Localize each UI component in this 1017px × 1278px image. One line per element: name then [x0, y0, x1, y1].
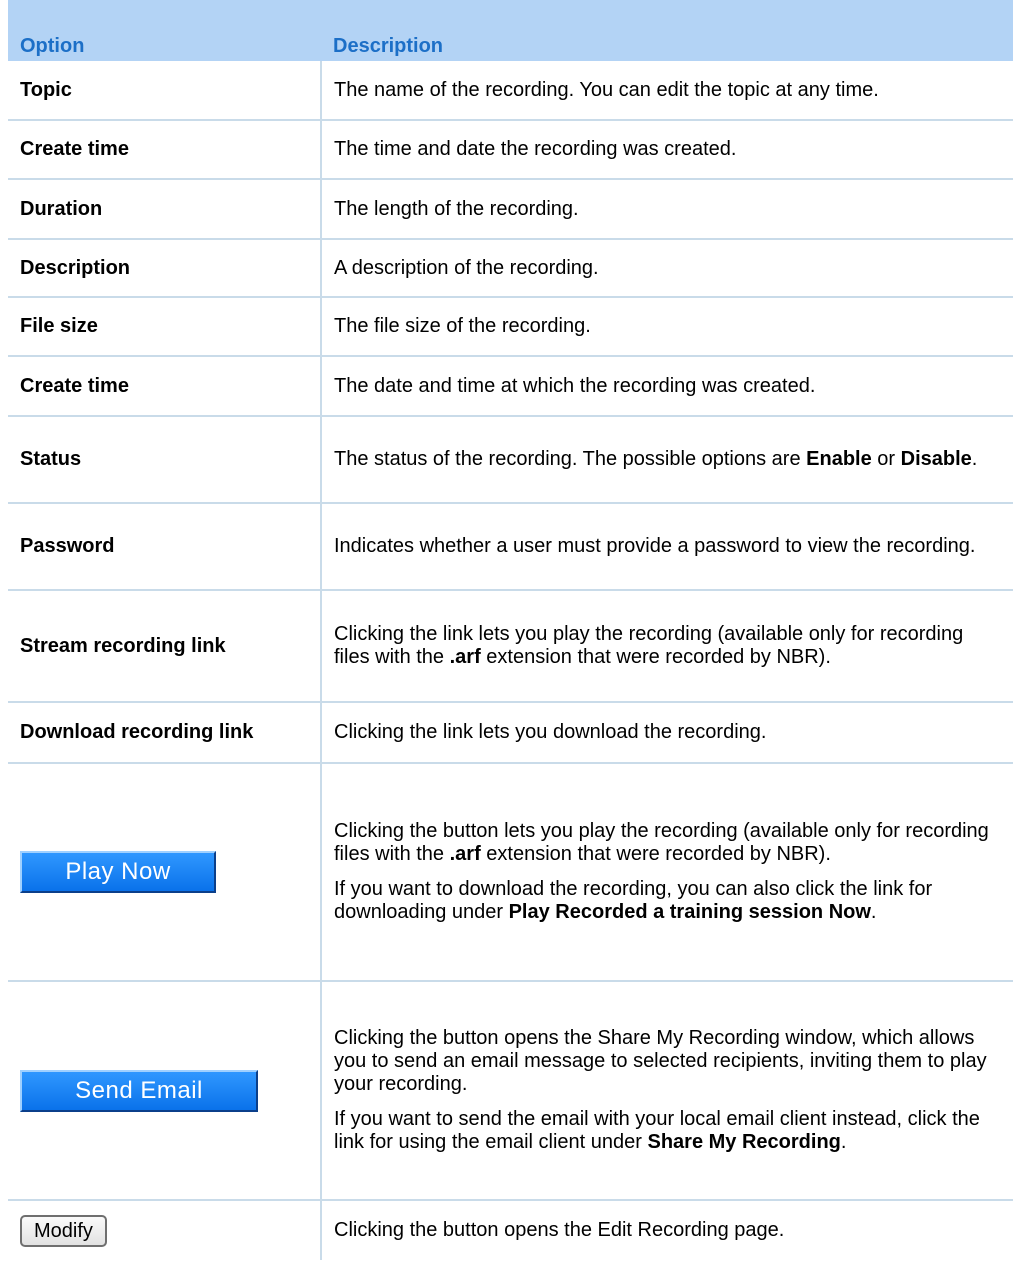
table-row: Create time The date and time at which t…	[8, 356, 1013, 417]
option-name: Description	[8, 239, 322, 298]
table-row: Play Now Clicking the button lets you pl…	[8, 763, 1013, 982]
desc-emphasis: Disable	[900, 448, 972, 470]
desc-paragraph: Clicking the button opens the Share My R…	[334, 1027, 987, 1095]
option-description: The name of the recording. You can edit …	[321, 61, 1013, 121]
desc-text: or	[871, 448, 901, 470]
table-row: Status The status of the recording. The …	[8, 416, 1013, 504]
option-description: A description of the recording.	[321, 239, 1013, 298]
desc-text: The status of the recording. The possibl…	[334, 448, 807, 470]
header-description: Description	[321, 0, 1013, 61]
header-option: Option	[8, 0, 321, 61]
modify-button[interactable]: Modify	[20, 1214, 107, 1247]
desc-text: .	[870, 901, 877, 923]
option-name: Topic	[8, 61, 322, 121]
table-row: Password Indicates whether a user must p…	[8, 503, 1013, 591]
table-row: Duration The length of the recording.	[8, 179, 1013, 240]
option-description: The length of the recording.	[321, 179, 1013, 240]
option-name: Status	[8, 416, 322, 504]
desc-text: extension that were recorded by NBR).	[480, 646, 831, 668]
desc-text: extension that were recorded by NBR).	[480, 843, 831, 865]
option-description: The file size of the recording.	[321, 297, 1013, 357]
desc-paragraph: If you want to send the email with your …	[334, 1108, 1003, 1154]
table-row: Create time The time and date the record…	[8, 120, 1013, 180]
desc-emphasis: Share My Recording	[647, 1131, 841, 1153]
table-row: Send Email Clicking the button opens the…	[8, 981, 1013, 1201]
option-description: Clicking the link lets you download the …	[321, 702, 1013, 764]
options-table: Option Description Topic The name of the…	[8, 0, 1013, 1260]
option-description: Clicking the button lets you play the re…	[321, 763, 1013, 982]
desc-emphasis: Enable	[806, 448, 872, 470]
option-cell: Modify	[8, 1200, 322, 1260]
play-now-button[interactable]: Play Now	[20, 851, 216, 893]
option-description: Clicking the link lets you play the reco…	[321, 590, 1013, 703]
option-name: Create time	[8, 356, 322, 417]
option-description: The date and time at which the recording…	[321, 356, 1013, 417]
desc-emphasis: Play Recorded a training session Now	[508, 901, 871, 923]
option-name: Password	[8, 503, 322, 591]
table-row: Stream recording link Clicking the link …	[8, 590, 1013, 703]
desc-text: .	[840, 1131, 847, 1153]
table-row: Description A description of the recordi…	[8, 239, 1013, 298]
desc-emphasis: .arf	[449, 843, 481, 865]
desc-paragraph: If you want to download the recording, y…	[334, 878, 1003, 924]
option-description: The status of the recording. The possibl…	[321, 416, 1013, 504]
table-row: Topic The name of the recording. You can…	[8, 61, 1013, 121]
send-email-button[interactable]: Send Email	[20, 1069, 258, 1112]
option-name: Download recording link	[8, 702, 322, 764]
desc-text: .	[971, 448, 978, 470]
option-name: File size	[8, 297, 322, 357]
desc-emphasis: .arf	[449, 646, 481, 668]
table-row: File size The file size of the recording…	[8, 297, 1013, 357]
option-description: The time and date the recording was crea…	[321, 120, 1013, 180]
table-row: Modify Clicking the button opens the Edi…	[8, 1200, 1013, 1260]
option-cell: Send Email	[8, 981, 322, 1201]
option-name: Duration	[8, 179, 322, 240]
option-description: Clicking the button opens the Share My R…	[321, 981, 1013, 1201]
option-name: Stream recording link	[8, 590, 322, 703]
table-row: Download recording link Clicking the lin…	[8, 702, 1013, 764]
option-cell: Play Now	[8, 763, 322, 982]
option-description: Indicates whether a user must provide a …	[321, 503, 1013, 591]
option-name: Create time	[8, 120, 322, 180]
desc-paragraph: Clicking the button lets you play the re…	[334, 820, 1003, 866]
option-description: Clicking the button opens the Edit Recor…	[334, 1219, 785, 1241]
table-header-row: Option Description	[8, 0, 1013, 61]
options-page: Option Description Topic The name of the…	[0, 0, 1017, 1278]
